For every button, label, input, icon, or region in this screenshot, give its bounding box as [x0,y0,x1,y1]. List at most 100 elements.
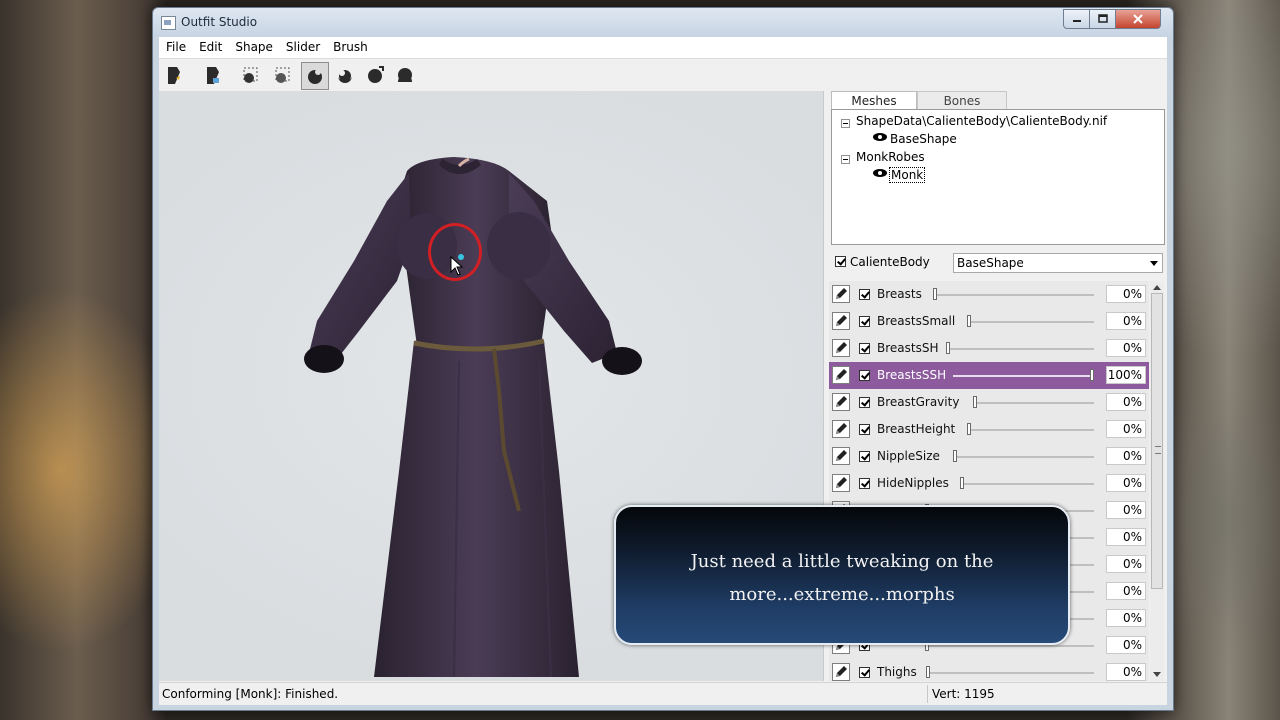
edit-slider-button[interactable] [832,285,850,303]
slider-enable-checkbox[interactable] [859,667,870,678]
slider-track[interactable] [946,348,1094,350]
title-bar[interactable]: Outfit Studio [153,8,1173,36]
menu-shape[interactable]: Shape [228,37,279,54]
slider-thumb[interactable] [953,450,957,462]
close-button[interactable] [1115,9,1161,29]
slider-row[interactable]: BreastsSSH 100% [829,362,1149,390]
smooth-brush-button[interactable] [393,63,417,87]
slider-enable-checkbox[interactable] [859,289,870,300]
slider-track[interactable] [967,429,1094,431]
mask-brush-button[interactable] [239,63,263,87]
edit-slider-button[interactable] [832,447,850,465]
slider-value-field[interactable]: 0% [1106,339,1146,357]
eye-icon[interactable] [872,168,888,178]
slider-thumb[interactable] [933,288,937,300]
slider-thumb[interactable] [926,666,930,678]
tree-item-outfit-group[interactable]: MonkRobes [856,150,925,164]
smooth-brush-icon [398,68,412,82]
slider-track[interactable] [967,321,1094,323]
scroll-up-icon[interactable] [1153,285,1161,290]
scroll-down-icon[interactable] [1153,672,1161,677]
transform-tool-button[interactable] [201,63,225,87]
menu-brush[interactable]: Brush [326,37,374,54]
tree-item-reference-file[interactable]: ShapeData\CalienteBody\CalienteBody.nif [856,114,1107,128]
slider-name: Breasts [877,287,922,301]
select-tool-button[interactable] [162,63,186,87]
slider-track[interactable] [933,294,1094,296]
eye-icon[interactable] [872,132,888,142]
slider-value-field[interactable]: 0% [1106,582,1146,600]
slider-enable-checkbox[interactable] [859,370,870,381]
maximize-button[interactable] [1089,9,1116,29]
slider-row[interactable]: Thighs 0% [829,659,1149,681]
menu-slider[interactable]: Slider [279,37,326,54]
slider-row[interactable]: NippleSize 0% [829,443,1149,471]
collapse-reference-icon[interactable] [841,119,850,128]
slider-track[interactable] [973,402,1094,404]
slider-row[interactable]: BreastGravity 0% [829,389,1149,417]
unmask-brush-button[interactable] [271,63,295,87]
slider-value-field[interactable]: 0% [1106,474,1146,492]
collapse-outfit-icon[interactable] [841,155,850,164]
edit-slider-button[interactable] [832,474,850,492]
slider-scrollbar[interactable] [1150,281,1164,681]
slider-value-field[interactable]: 0% [1106,663,1146,681]
slider-row[interactable]: BreastsSH 0% [829,335,1149,363]
menu-bar: File Edit Shape Slider Brush [159,37,1167,59]
slider-row[interactable]: Breasts 0% [829,281,1149,309]
deflate-brush-button[interactable] [333,63,357,87]
toolbar [159,59,1167,91]
slider-track[interactable] [926,672,1094,674]
slider-thumb[interactable] [967,423,971,435]
tree-item-monk[interactable]: Monk [888,167,926,183]
slider-enable-checkbox[interactable] [859,316,870,327]
slider-value-field[interactable]: 0% [1106,447,1146,465]
edit-slider-button[interactable] [832,393,850,411]
unmask-icon [275,67,290,83]
slider-thumb[interactable] [1090,369,1094,381]
slider-value-field[interactable]: 0% [1106,393,1146,411]
slider-value-field[interactable]: 0% [1106,501,1146,519]
slider-value-field[interactable]: 0% [1106,609,1146,627]
edit-slider-button[interactable] [832,366,850,384]
slider-track[interactable] [960,483,1094,485]
slider-row[interactable]: BreastsSmall 0% [829,308,1149,336]
reference-checkbox[interactable] [835,256,846,267]
tab-bones[interactable]: Bones [917,91,1007,111]
scroll-thumb[interactable] [1151,293,1163,589]
slider-value-field[interactable]: 0% [1106,555,1146,573]
tab-meshes[interactable]: Meshes [831,91,917,110]
slider-thumb[interactable] [967,315,971,327]
slider-enable-checkbox[interactable] [859,478,870,489]
slider-enable-checkbox[interactable] [859,397,870,408]
reference-shape-dropdown[interactable]: BaseShape [953,253,1163,273]
mesh-tree: ShapeData\CalienteBody\CalienteBody.nif … [831,109,1165,245]
slider-value-field[interactable]: 100% [1106,366,1146,384]
slider-track[interactable] [953,456,1094,458]
slider-track[interactable] [953,375,1094,377]
slider-track[interactable] [925,645,1094,647]
slider-value-field[interactable]: 0% [1106,636,1146,654]
slider-value-field[interactable]: 0% [1106,285,1146,303]
edit-slider-button[interactable] [832,663,850,681]
slider-enable-checkbox[interactable] [859,424,870,435]
menu-file[interactable]: File [159,37,192,54]
move-brush-button[interactable] [363,63,387,87]
slider-row[interactable]: HideNipples 0% [829,470,1149,498]
slider-enable-checkbox[interactable] [859,451,870,462]
slider-value-field[interactable]: 0% [1106,312,1146,330]
slider-thumb[interactable] [973,396,977,408]
menu-edit[interactable]: Edit [192,37,228,54]
edit-slider-button[interactable] [832,339,850,357]
inflate-brush-button[interactable] [301,62,329,90]
minimize-button[interactable] [1063,9,1090,29]
slider-row[interactable]: BreastHeight 0% [829,416,1149,444]
edit-slider-button[interactable] [832,312,850,330]
slider-thumb[interactable] [960,477,964,489]
slider-value-field[interactable]: 0% [1106,420,1146,438]
edit-slider-button[interactable] [832,420,850,438]
tree-item-baseshape[interactable]: BaseShape [890,132,957,146]
slider-value-field[interactable]: 0% [1106,528,1146,546]
slider-enable-checkbox[interactable] [859,343,870,354]
slider-thumb[interactable] [946,342,950,354]
